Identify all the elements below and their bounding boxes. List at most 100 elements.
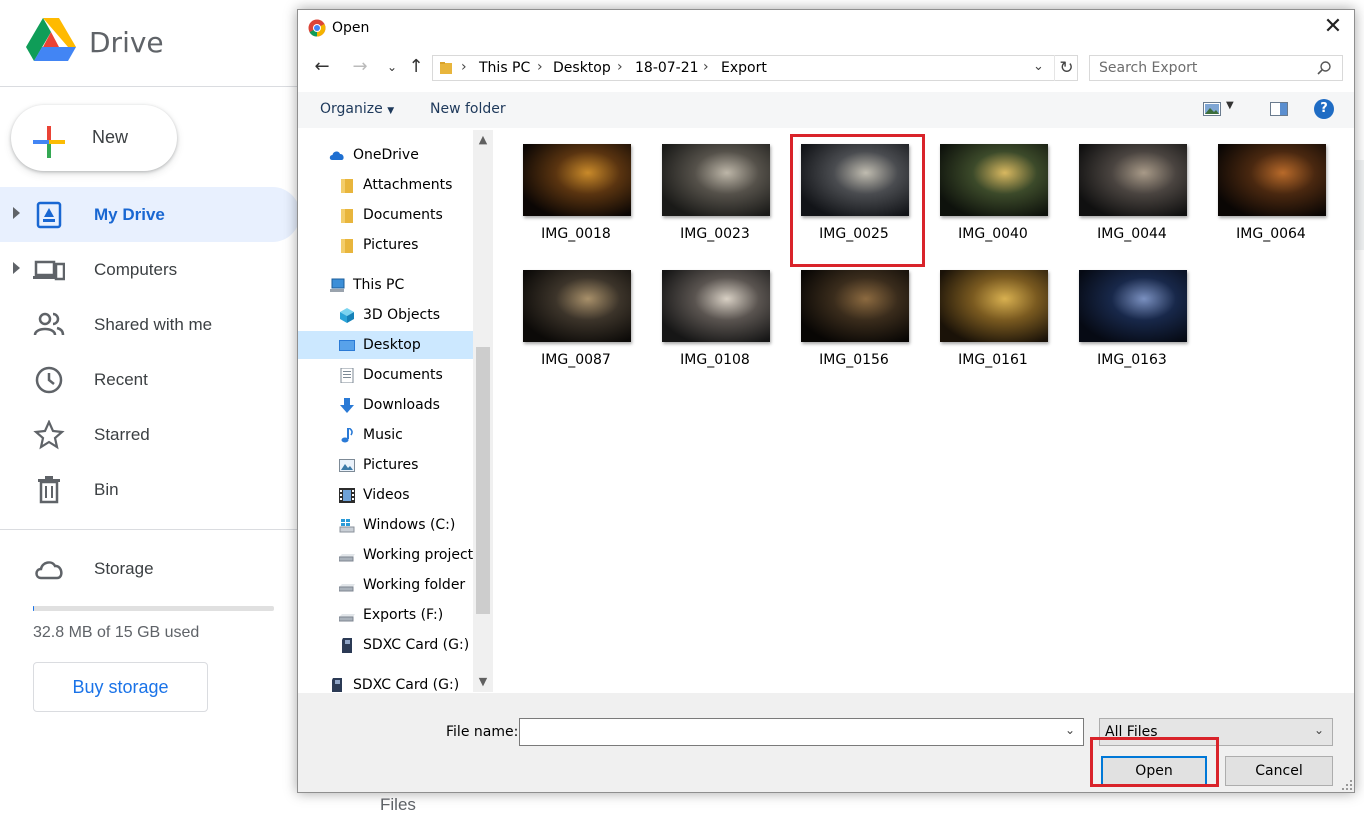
nav-recent[interactable]: Recent <box>0 352 300 407</box>
expand-arrow-icon[interactable] <box>13 207 20 219</box>
breadcrumb-separator-icon[interactable]: › <box>537 59 543 75</box>
dialog-title: Open <box>332 20 370 36</box>
tree-item-onedrive[interactable]: OneDrive <box>298 141 473 169</box>
tree-label: Documents <box>363 367 443 383</box>
change-view-icon[interactable] <box>1203 102 1221 116</box>
breadcrumb-this-pc[interactable]: This PC <box>479 60 530 76</box>
dialog-toolbar: Organize ▼ New folder ▼ ? <box>298 92 1354 128</box>
file-item[interactable]: IMG_0064 <box>1207 130 1335 254</box>
file-name-box[interactable]: ⌄ <box>519 718 1084 746</box>
tree-item-working-folder[interactable]: Working folder <box>298 571 473 599</box>
my-drive-icon <box>36 201 62 229</box>
tree-item-videos[interactable]: Videos <box>298 481 473 509</box>
new-button[interactable]: New <box>11 105 177 171</box>
cancel-button[interactable]: Cancel <box>1225 756 1333 786</box>
drive-title[interactable]: Drive <box>89 26 164 59</box>
file-name-input[interactable] <box>520 719 1060 745</box>
nav-computers[interactable]: Computers <box>0 242 300 297</box>
tree-item-documents[interactable]: Documents <box>298 361 473 389</box>
dialog-title-bar[interactable]: Open ✕ <box>298 10 1354 46</box>
file-name: IMG_0156 <box>819 352 889 368</box>
file-item[interactable]: IMG_0163 <box>1068 256 1196 380</box>
tree-item-onedrive-documents[interactable]: Documents <box>298 201 473 229</box>
folder-icon <box>341 179 353 193</box>
photo-thumbnail[interactable] <box>1079 270 1187 342</box>
new-folder-button[interactable]: New folder <box>430 101 506 117</box>
tree-item-sdxc-card-root[interactable]: SDXC Card (G:) <box>298 671 473 692</box>
close-button[interactable]: ✕ <box>1318 14 1348 42</box>
organize-label: Organize <box>320 101 383 117</box>
tree-item-desktop[interactable]: Desktop <box>298 331 473 359</box>
file-item[interactable]: IMG_0040 <box>929 130 1057 254</box>
breadcrumb-separator-icon[interactable]: › <box>617 59 623 75</box>
back-arrow-icon[interactable]: ← <box>310 55 334 79</box>
file-item[interactable]: IMG_0156 <box>790 256 918 380</box>
nav-shared-with-me[interactable]: Shared with me <box>0 297 300 352</box>
file-item[interactable]: IMG_0023 <box>651 130 779 254</box>
nav-bin[interactable]: Bin <box>0 462 300 517</box>
scroll-down-icon[interactable]: ▼ <box>473 672 493 692</box>
nav-starred[interactable]: Starred <box>0 407 300 462</box>
photo-thumbnail[interactable] <box>662 270 770 342</box>
file-item[interactable]: IMG_0044 <box>1068 130 1196 254</box>
search-icon[interactable] <box>1316 60 1332 76</box>
sd-card-icon <box>332 678 342 692</box>
photo-thumbnail[interactable] <box>940 270 1048 342</box>
up-arrow-icon[interactable]: ↑ <box>404 55 428 79</box>
scrollbar-thumb[interactable] <box>476 347 490 614</box>
buy-storage-button[interactable]: Buy storage <box>33 662 208 712</box>
tree-item-sdxc-card[interactable]: SDXC Card (G:) <box>298 631 473 659</box>
chevron-down-icon[interactable]: ⌄ <box>1065 723 1075 737</box>
tree-item-downloads[interactable]: Downloads <box>298 391 473 419</box>
help-icon[interactable]: ? <box>1314 99 1334 119</box>
scroll-up-icon[interactable]: ▲ <box>473 130 493 150</box>
file-item[interactable]: IMG_0018 <box>512 130 640 254</box>
photo-thumbnail[interactable] <box>523 144 631 216</box>
file-item[interactable]: IMG_0108 <box>651 256 779 380</box>
tree-item-working-projects[interactable]: Working projects <box>298 541 473 569</box>
nav-my-drive[interactable]: My Drive <box>0 187 300 242</box>
expand-arrow-icon[interactable] <box>13 262 20 274</box>
tree-item-exports-f[interactable]: Exports (F:) <box>298 601 473 629</box>
preview-pane-icon[interactable] <box>1270 102 1288 116</box>
breadcrumb-date-folder[interactable]: 18-07-21 <box>635 60 699 76</box>
chevron-down-icon[interactable]: ⌄ <box>1033 59 1044 74</box>
refresh-icon[interactable]: ↻ <box>1054 55 1078 81</box>
photo-thumbnail[interactable] <box>662 144 770 216</box>
pictures-icon <box>339 459 355 472</box>
file-item[interactable]: IMG_0161 <box>929 256 1057 380</box>
chevron-down-icon: ▼ <box>387 106 395 116</box>
photo-thumbnail[interactable] <box>1218 144 1326 216</box>
tree-scrollbar[interactable]: ▲ ▼ <box>473 130 493 692</box>
nav-storage[interactable]: Storage <box>0 541 300 596</box>
tree-item-music[interactable]: Music <box>298 421 473 449</box>
tree-item-this-pc[interactable]: This PC <box>298 271 473 299</box>
breadcrumb-separator-icon[interactable]: › <box>461 59 467 75</box>
tree-item-pictures[interactable]: Pictures <box>298 451 473 479</box>
new-button-label: New <box>92 127 129 147</box>
breadcrumb-desktop[interactable]: Desktop <box>553 60 611 76</box>
photo-thumbnail[interactable] <box>940 144 1048 216</box>
tree-item-3d-objects[interactable]: 3D Objects <box>298 301 473 329</box>
drive-logo-icon[interactable] <box>26 18 76 62</box>
chevron-down-icon: ⌄ <box>1314 723 1325 737</box>
resize-grip-icon[interactable] <box>1342 780 1352 790</box>
search-box[interactable] <box>1089 55 1343 81</box>
tree-label: Working projects <box>363 547 473 563</box>
search-input[interactable] <box>1090 56 1316 80</box>
forward-arrow-icon[interactable]: → <box>348 55 372 79</box>
breadcrumb-export[interactable]: Export <box>721 60 767 76</box>
photo-thumbnail[interactable] <box>523 270 631 342</box>
tree-item-onedrive-pictures[interactable]: Pictures <box>298 231 473 259</box>
recent-locations-dropdown-icon[interactable]: ⌄ <box>380 55 404 79</box>
photo-thumbnail[interactable] <box>1079 144 1187 216</box>
breadcrumb-separator-icon[interactable]: › <box>703 59 709 75</box>
photo-thumbnail[interactable] <box>801 270 909 342</box>
tree-item-attachments[interactable]: Attachments <box>298 171 473 199</box>
tree-label: Documents <box>363 207 443 223</box>
tree-item-windows-c[interactable]: Windows (C:) <box>298 511 473 539</box>
organize-button[interactable]: Organize ▼ <box>320 101 394 117</box>
address-bar[interactable]: › This PC › Desktop › 18-07-21 › Export … <box>432 55 1078 81</box>
file-item[interactable]: IMG_0087 <box>512 256 640 380</box>
view-options-dropdown-icon[interactable]: ▼ <box>1226 100 1234 111</box>
